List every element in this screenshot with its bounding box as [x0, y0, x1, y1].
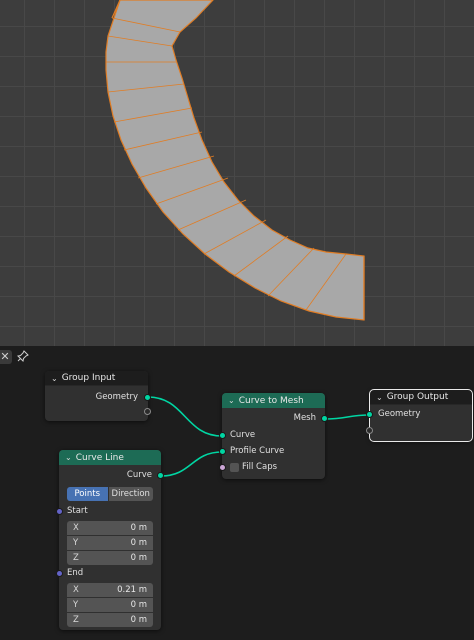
curve-to-mesh-header[interactable]: ⌄ Curve to Mesh	[222, 393, 325, 408]
group-input-node[interactable]: ⌄ Group Input Geometry	[45, 371, 151, 421]
curve-line-title: Curve Line	[75, 452, 124, 463]
field-value: 0 m	[130, 600, 147, 610]
curve-to-mesh-title: Curve to Mesh	[238, 395, 304, 406]
profile-curve-input-socket[interactable]	[219, 448, 226, 455]
axis-label: X	[73, 585, 79, 595]
field-value: 0.21 m	[117, 585, 147, 595]
axis-label: Y	[73, 538, 79, 548]
node-link[interactable]	[324, 414, 371, 420]
geometry-output-socket[interactable]	[144, 394, 151, 401]
field-value: 0 m	[130, 553, 147, 563]
chevron-down-icon[interactable]: ⌄	[376, 393, 383, 402]
fill-caps-label: Fill Caps	[242, 462, 278, 472]
field-value: 0 m	[130, 523, 147, 533]
start-z-field[interactable]: Z 0 m	[67, 551, 153, 565]
end-label: End	[67, 568, 84, 578]
group-output-header[interactable]: ⌄ Group Output	[370, 390, 472, 405]
end-x-field[interactable]: X 0.21 m	[67, 583, 153, 597]
group-output-node[interactable]: ⌄ Group Output Geometry	[366, 389, 473, 442]
field-value: 0 m	[130, 615, 147, 625]
end-y-field[interactable]: Y 0 m	[67, 598, 153, 612]
empty-input-socket[interactable]	[366, 427, 373, 434]
node-editor-header: ✕	[0, 346, 474, 368]
curve-input-socket[interactable]	[219, 432, 226, 439]
start-input-socket[interactable]	[56, 508, 63, 515]
geometry-output-label: Geometry	[95, 392, 138, 402]
node-link[interactable]	[160, 451, 223, 477]
curve-to-mesh-node[interactable]: ⌄ Curve to Mesh Mesh Curve Profile Curve…	[219, 393, 328, 479]
curve-output-label: Curve	[126, 470, 152, 480]
group-output-title: Group Output	[386, 392, 449, 402]
field-value: 0 m	[130, 538, 147, 548]
curved-mesh[interactable]	[0, 0, 474, 346]
node-editor[interactable]: ⌄ Group Input Geometry ⌄ Curve to Mesh M…	[0, 368, 474, 640]
geometry-input-socket[interactable]	[366, 411, 373, 418]
end-input-socket[interactable]	[56, 570, 63, 577]
mesh-output-label: Mesh	[293, 413, 316, 423]
axis-label: Z	[73, 553, 79, 563]
geometry-input-label: Geometry	[378, 409, 421, 419]
axis-label: Z	[73, 615, 79, 625]
curve-input-label: Curve	[230, 430, 256, 440]
direction-mode-button[interactable]: Direction	[108, 487, 153, 501]
axis-label: X	[73, 523, 79, 533]
profile-curve-input-label: Profile Curve	[230, 446, 285, 456]
curve-output-socket[interactable]	[157, 472, 164, 479]
mode-switch[interactable]: Points Direction	[67, 487, 153, 501]
start-x-field[interactable]: X 0 m	[67, 521, 153, 535]
chevron-down-icon[interactable]: ⌄	[228, 396, 235, 405]
node-link[interactable]	[147, 396, 223, 437]
group-input-header[interactable]: ⌄ Group Input	[45, 371, 148, 386]
empty-output-socket[interactable]	[144, 408, 151, 415]
curve-line-node[interactable]: ⌄ Curve Line Curve Points Direction Star…	[56, 450, 164, 630]
axis-label: Y	[73, 600, 79, 610]
end-z-field[interactable]: Z 0 m	[67, 613, 153, 627]
close-icon[interactable]: ✕	[0, 350, 12, 364]
fill-caps-checkbox[interactable]	[230, 463, 239, 472]
mesh-face[interactable]	[105, 0, 365, 321]
chevron-down-icon[interactable]: ⌄	[65, 453, 72, 462]
pin-icon[interactable]	[16, 350, 30, 364]
start-label: Start	[67, 506, 88, 516]
3d-viewport[interactable]	[0, 0, 474, 346]
fill-caps-socket[interactable]	[219, 464, 226, 471]
mesh-output-socket[interactable]	[321, 415, 328, 422]
start-y-field[interactable]: Y 0 m	[67, 536, 153, 550]
points-mode-button[interactable]: Points	[67, 487, 108, 501]
group-input-title: Group Input	[61, 373, 116, 383]
curve-line-header[interactable]: ⌄ Curve Line	[59, 450, 161, 465]
chevron-down-icon[interactable]: ⌄	[51, 374, 58, 383]
